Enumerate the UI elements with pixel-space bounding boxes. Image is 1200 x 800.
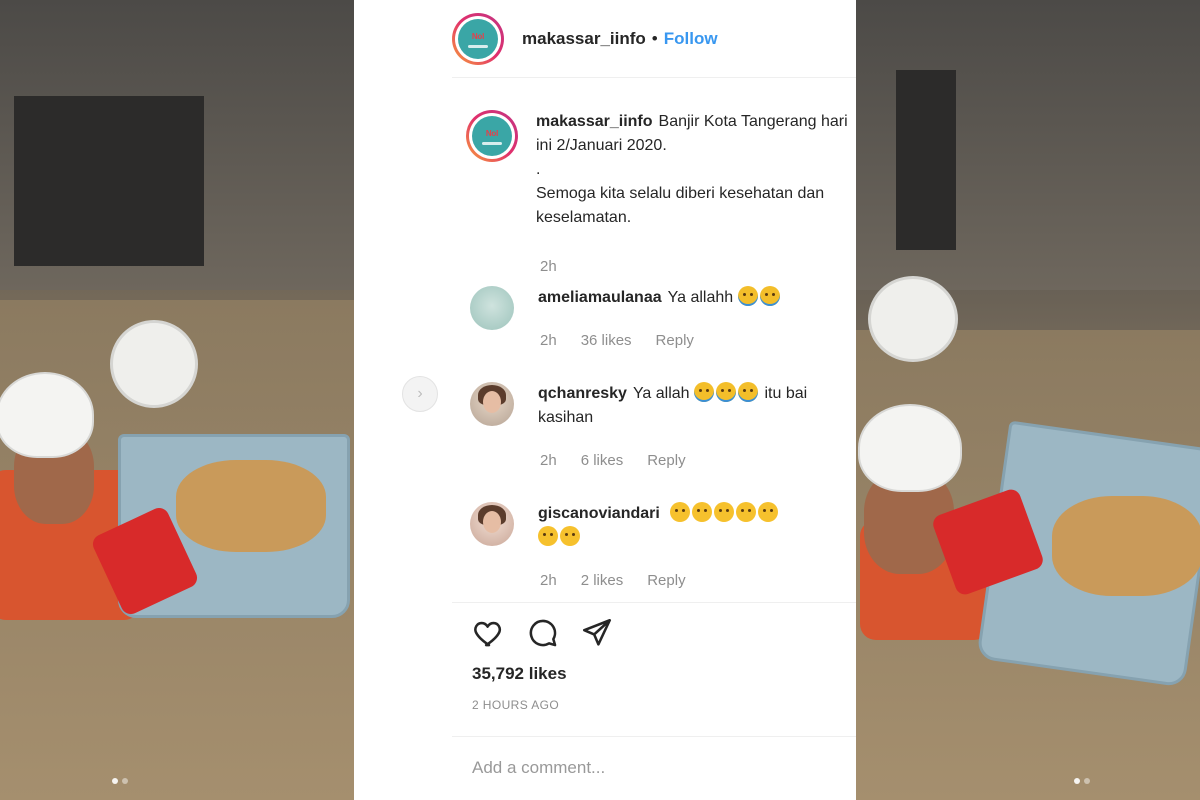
add-comment-input[interactable] <box>472 756 832 780</box>
post-panel: › Nol makassar_iinfo • Follow Nol makass… <box>354 0 856 800</box>
chevron-right-icon: › <box>417 385 423 402</box>
photo-helmet <box>858 404 962 492</box>
comment-icon[interactable] <box>526 616 560 650</box>
carousel-next-button[interactable]: › <box>402 376 438 412</box>
share-icon[interactable] <box>580 616 614 650</box>
photo-baby <box>176 460 326 552</box>
like-count[interactable]: 35,792 likes <box>472 664 567 684</box>
photo-carousel-dots <box>1074 778 1090 784</box>
heart-icon[interactable] <box>472 616 506 650</box>
photo-door <box>896 70 956 250</box>
photo-door <box>14 96 204 266</box>
photo-plate <box>110 320 198 408</box>
photo-baby <box>1052 496 1200 596</box>
right-photo-panel <box>856 0 1200 800</box>
post-footer: 35,792 likes 2 HOURS AGO <box>452 0 856 800</box>
photo-plate <box>868 276 958 362</box>
photo-helmet <box>0 372 94 458</box>
photo-carousel-dots <box>112 778 128 784</box>
post-time: 2 HOURS AGO <box>472 698 560 712</box>
action-bar <box>472 616 614 650</box>
left-photo-panel <box>0 0 354 800</box>
divider <box>452 736 856 737</box>
